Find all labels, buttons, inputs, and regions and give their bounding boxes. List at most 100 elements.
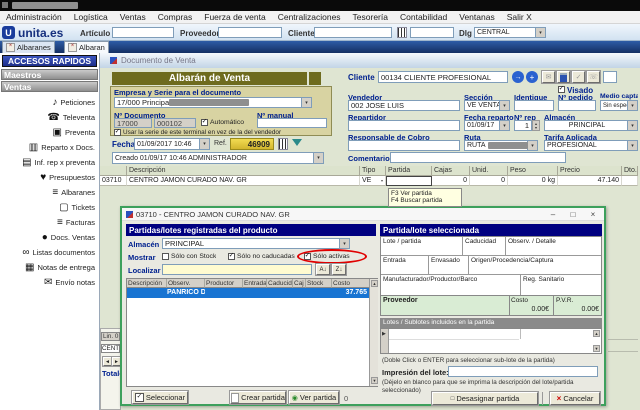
medio-select[interactable]: Sin especificar ▾ bbox=[600, 100, 638, 111]
sidebar-item-inf-rep[interactable]: ▤Inf. rep x preventa bbox=[0, 155, 99, 170]
cell-descripcion[interactable]: CENTRO JAMON CURADO NAV. GR bbox=[127, 176, 360, 186]
envasado-field[interactable]: Envasado bbox=[429, 256, 469, 275]
sidebar-section-maestros[interactable]: Maestros bbox=[1, 69, 98, 80]
scroll-down-icon[interactable]: ▼ bbox=[371, 377, 378, 384]
identique-input[interactable] bbox=[514, 100, 554, 111]
impresion-input[interactable] bbox=[448, 366, 598, 377]
grid-col-descripcion[interactable]: Descripción bbox=[127, 166, 360, 176]
sidebar-item-presupuestos[interactable]: ♥Presupuestos bbox=[0, 170, 99, 185]
fecha-reparto-select[interactable]: 01/09/17 ▾ bbox=[464, 120, 510, 131]
repartidor-input[interactable] bbox=[348, 120, 460, 131]
caducidad-field[interactable]: Caducidad bbox=[463, 237, 506, 256]
vendedor-input[interactable]: 002 JOSE LUIS bbox=[348, 100, 460, 111]
sidebar-item-facturas[interactable]: ≡Facturas bbox=[0, 215, 99, 230]
cliente-input[interactable] bbox=[314, 27, 392, 38]
pedido-input[interactable] bbox=[558, 100, 596, 111]
chevron-down-icon[interactable]: ▾ bbox=[627, 101, 637, 110]
crear-partida-button[interactable]: Crear partida bbox=[230, 391, 286, 404]
grid-col-peso[interactable]: Peso bbox=[508, 166, 558, 176]
close-icon[interactable]: × bbox=[6, 43, 15, 52]
chevron-down-icon[interactable]: ▾ bbox=[499, 101, 509, 110]
chevron-down-icon[interactable]: ▾ bbox=[381, 178, 383, 183]
automatico-checkbox[interactable] bbox=[201, 119, 208, 126]
table-scrollbar[interactable]: ▲ ▼ bbox=[369, 279, 378, 386]
cell-cajas[interactable]: 0 bbox=[432, 176, 470, 186]
num-doc-serie-input[interactable]: 17000 bbox=[114, 118, 152, 128]
maximize-icon[interactable]: □ bbox=[564, 208, 582, 220]
menu-contabilidad[interactable]: Contabilidad bbox=[394, 12, 453, 22]
solo-con-stock-checkbox[interactable] bbox=[162, 253, 169, 260]
col-stock[interactable]: Stock bbox=[306, 279, 332, 288]
chevron-down-icon[interactable]: ▾ bbox=[535, 28, 545, 37]
reg-sanitario-field[interactable]: Reg. Sanitario bbox=[521, 275, 601, 295]
cell-peso[interactable]: 0 kg bbox=[508, 176, 558, 186]
dlg-select[interactable]: CENTRAL ▾ bbox=[474, 27, 546, 38]
chevron-down-icon[interactable]: ▾ bbox=[301, 98, 311, 107]
cliente-flag-box[interactable] bbox=[603, 71, 617, 83]
col-observ[interactable]: Observ. bbox=[167, 279, 205, 288]
cancelar-button[interactable]: × Cancelar bbox=[550, 392, 600, 405]
close-icon[interactable]: × bbox=[584, 208, 602, 220]
tab-albaran[interactable]: × Albaran bbox=[64, 41, 109, 53]
menu-tesoreria[interactable]: Tesorería bbox=[347, 12, 394, 22]
localizar-input[interactable] bbox=[162, 264, 312, 275]
almacen-select[interactable]: PRINCIPAL ▾ bbox=[544, 120, 638, 131]
chevron-down-icon[interactable]: ▾ bbox=[627, 141, 637, 150]
proveedor-input[interactable] bbox=[218, 27, 282, 38]
menu-fuerza-de-venta[interactable]: Fuerza de venta bbox=[198, 12, 271, 22]
selected-partida-row[interactable]: PANRICO DONU 37.765 bbox=[127, 288, 369, 298]
observ-field[interactable]: Observ. / Detalle bbox=[506, 237, 601, 256]
grid-col-dto[interactable]: Dto. bbox=[622, 166, 638, 176]
minimize-icon[interactable]: – bbox=[544, 208, 562, 220]
sort-desc-button[interactable]: Z↓ bbox=[332, 264, 346, 275]
grid-col-unid[interactable]: Unid. bbox=[470, 166, 508, 176]
seleccionar-button[interactable]: Seleccionar bbox=[132, 391, 188, 404]
goto-arrow-icon[interactable]: → bbox=[512, 71, 524, 83]
popup-almacen-select[interactable]: PRINCIPAL ▾ bbox=[162, 238, 350, 249]
grid-row[interactable]: 03710 CENTRO JAMON CURADO NAV. GR VE▾ 0 … bbox=[100, 176, 638, 186]
cell-tipo[interactable]: VE▾ bbox=[360, 176, 386, 186]
sidebar-item-televenta[interactable]: ☎Televenta bbox=[0, 110, 99, 125]
chevron-down-icon[interactable]: ▾ bbox=[339, 239, 349, 248]
chevron-down-icon[interactable]: ▾ bbox=[627, 121, 637, 130]
num-rep-spinner[interactable]: 1 bbox=[514, 120, 532, 131]
filter-funnel-icon[interactable] bbox=[292, 139, 302, 146]
sidebar-item-peticiones[interactable]: ♪Peticiones bbox=[0, 95, 99, 110]
chevron-down-icon[interactable]: ▾ bbox=[313, 153, 323, 163]
ref-number-button[interactable]: 46909 bbox=[230, 138, 274, 150]
prev-arrow-icon[interactable]: ◄ bbox=[103, 357, 112, 366]
origen-field[interactable]: Origen/Procedencia/Captura bbox=[469, 256, 601, 275]
sidebar-section-ventas[interactable]: Ventas bbox=[1, 81, 98, 92]
sidebar-item-albaranes[interactable]: ≡Albaranes bbox=[0, 185, 99, 200]
popup-titlebar[interactable]: 03710 - CENTRO JAMON CURADO NAV. GR bbox=[122, 208, 604, 221]
sublotes-list[interactable]: ▶ ▲ ▼ bbox=[380, 328, 602, 354]
add-plus-icon[interactable]: + bbox=[526, 71, 538, 83]
ver-partida-button[interactable]: ◉ Ver partida bbox=[289, 391, 339, 404]
grid-col-precio[interactable]: Precio bbox=[558, 166, 622, 176]
save-disk-button[interactable] bbox=[557, 71, 570, 83]
cell-partida-editing[interactable] bbox=[386, 176, 432, 186]
close-icon[interactable]: × bbox=[68, 43, 77, 52]
usar-serie-checkbox[interactable] bbox=[114, 129, 121, 136]
desasignar-button[interactable]: □ Desasignar partida bbox=[432, 392, 538, 405]
cell-precio[interactable]: 47.140 bbox=[558, 176, 622, 186]
scroll-up-icon[interactable]: ▲ bbox=[371, 280, 378, 287]
sidebar-item-envio-notas[interactable]: ✉Envío notas bbox=[0, 275, 99, 290]
tab-albaranes[interactable]: × Albaranes bbox=[2, 41, 55, 53]
col-costo[interactable]: Costo bbox=[332, 279, 369, 288]
sidebar-item-notas-entrega[interactable]: ▦Notas de entrega bbox=[0, 260, 99, 275]
manufacturador-field[interactable]: Manufacturador/Productor/Barco bbox=[381, 275, 521, 295]
responsable-input[interactable] bbox=[348, 140, 460, 151]
cell-unid[interactable]: 0 bbox=[470, 176, 508, 186]
sidebar-item-preventa[interactable]: ▣Preventa bbox=[0, 125, 99, 140]
col-descripcion[interactable]: Descripción bbox=[127, 279, 167, 288]
sidebar-item-docs-ventas[interactable]: ●Docs. Ventas bbox=[0, 230, 99, 245]
barcode-icon[interactable] bbox=[397, 27, 407, 38]
fecha-select[interactable]: 01/09/2017 10:46 ▾ bbox=[134, 138, 210, 150]
entrada-field[interactable]: Entrada bbox=[381, 256, 429, 275]
scroll-down-icon[interactable]: ▼ bbox=[593, 345, 600, 352]
sort-asc-button[interactable]: A↓ bbox=[316, 264, 330, 275]
chevron-down-icon[interactable]: ▾ bbox=[199, 139, 209, 149]
grid-col-tipo[interactable]: Tipo bbox=[360, 166, 386, 176]
phone-button[interactable]: ☏ bbox=[587, 71, 600, 83]
